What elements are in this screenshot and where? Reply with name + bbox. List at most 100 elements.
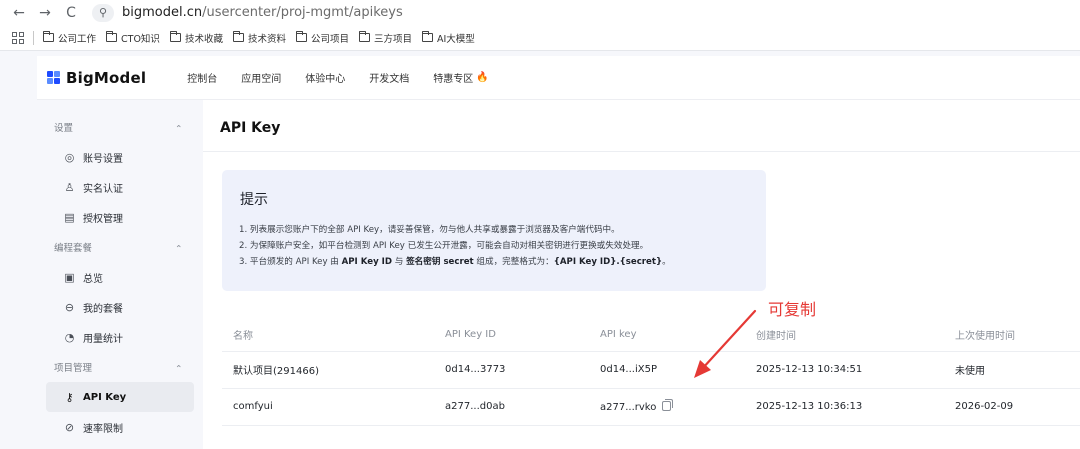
annotation-arrow-icon	[694, 309, 757, 378]
bookmark-label: AI大模型	[437, 33, 475, 45]
bookmark-item[interactable]: 技术资料	[232, 31, 286, 45]
sidebar-item-api-key[interactable]: ⚷ API Key	[46, 382, 194, 412]
sidebar-item-label: 我的套餐	[83, 303, 123, 315]
flame-icon: 🔥	[476, 72, 489, 83]
copy-icon[interactable]	[662, 398, 674, 411]
cell-last-used: 未使用	[955, 351, 1080, 389]
sidebar-group-coding-plan[interactable]: 编程套餐 ⌄	[37, 232, 203, 262]
tip-line-2: 2. 为保障账户安全，如平台检测到 API Key 已发生公开泄露，可能会自动对…	[239, 241, 649, 251]
sidebar-group-title: 项目管理	[54, 363, 93, 374]
chevron-up-icon: ⌄	[175, 242, 183, 252]
address-bar[interactable]: ⚲ bigmodel.cn /usercenter/proj-mgmt/apik…	[92, 1, 1080, 24]
table-row: 默认项目(291466) 0d14...3773 0d14...iX5P 202…	[222, 351, 1080, 389]
package-icon: ⊖	[64, 300, 75, 314]
folder-icon	[358, 31, 370, 42]
chevron-up-icon: ⌄	[175, 362, 183, 372]
app-header: BigModel 控制台 应用空间 体验中心 开发文档 特惠专区 🔥	[37, 56, 1080, 100]
sidebar-item-account-settings[interactable]: ◎ 账号设置	[46, 142, 194, 172]
sidebar-item-label: API Key	[83, 391, 127, 403]
site-info-icon[interactable]: ⚲	[92, 3, 114, 22]
apps-grid-icon[interactable]	[12, 31, 24, 44]
cell-last-used: 2026-02-09	[955, 388, 1080, 426]
sidebar-item-my-package[interactable]: ⊖ 我的套餐	[46, 292, 194, 322]
nav-special-offers[interactable]: 特惠专区 🔥	[433, 70, 488, 85]
cell-name: comfyui	[222, 388, 445, 426]
nav-experience-center[interactable]: 体验中心	[305, 70, 345, 85]
table-header-row: 名称 API Key ID API key 创建时间 上次使用时间	[222, 319, 1080, 352]
folder-icon	[169, 31, 181, 42]
column-header-created: 创建时间	[756, 319, 955, 352]
bookmark-item[interactable]: AI大模型	[422, 31, 475, 45]
bookmark-label: CTO知识	[121, 33, 160, 45]
tip-lines: 1. 列表展示您账户下的全部 API Key，请妥善保管，勿与他人共享或暴露于浏…	[239, 222, 671, 270]
nav-console[interactable]: 控制台	[187, 70, 217, 85]
chevron-up-icon: ⌄	[175, 122, 183, 132]
sidebar-item-overview[interactable]: ▣ 总览	[46, 262, 194, 292]
overview-icon: ▣	[64, 270, 75, 284]
title-divider	[203, 151, 1080, 152]
url-path: /usercenter/proj-mgmt/apikeys	[202, 5, 403, 20]
cell-key: a277...rvko	[600, 401, 657, 413]
bookmark-item[interactable]: CTO知识	[106, 31, 160, 45]
sidebar-item-usage-stats[interactable]: ◔ 用量统计	[46, 322, 194, 352]
rate-limit-icon: ⊘	[64, 420, 75, 434]
account-settings-icon: ◎	[64, 150, 75, 164]
browser-toolbar: ← → C ⚲ bigmodel.cn /usercenter/proj-mgm…	[0, 0, 1080, 25]
table-row: comfyui a277...d0ab a277...rvko 2025-12-…	[222, 388, 1080, 426]
bookmark-label: 公司项目	[310, 33, 349, 45]
nav-dev-docs[interactable]: 开发文档	[369, 70, 409, 85]
folder-icon	[295, 31, 307, 42]
column-header-name: 名称	[222, 319, 445, 352]
sidebar-group-settings[interactable]: 设置 ⌄	[37, 112, 203, 142]
copyable-annotation: 可复制	[768, 300, 817, 319]
sidebar-item-verification[interactable]: ♙ 实名认证	[46, 172, 194, 202]
bookmark-label: 技术资料	[247, 33, 286, 45]
folder-icon	[422, 31, 433, 42]
tip-line-1: 1. 列表展示您账户下的全部 API Key，请妥善保管，勿与他人共享或暴露于浏…	[239, 225, 620, 235]
tip-line-3-text: 3. 平台颁发的 API Key 由	[239, 257, 342, 267]
tip-line-3: 3. 平台颁发的 API Key 由 API Key ID 与 签名密钥 sec…	[239, 254, 671, 270]
bookmark-label: 技术收藏	[184, 33, 223, 45]
bookmarks-divider	[33, 30, 34, 45]
top-nav: 控制台 应用空间 体验中心 开发文档 特惠专区 🔥	[187, 70, 512, 85]
cell-name: 默认项目(291466)	[222, 351, 445, 389]
api-key-table: 名称 API Key ID API key 创建时间 上次使用时间 默认项目(2…	[222, 319, 1080, 426]
bookmark-item[interactable]: 公司项目	[295, 31, 349, 45]
bookmark-label: 公司工作	[58, 33, 97, 45]
forward-arrow-icon[interactable]: →	[32, 2, 58, 24]
sidebar-item-label: 实名认证	[83, 183, 123, 195]
sidebar-group-project-mgmt[interactable]: 项目管理 ⌄	[37, 352, 203, 382]
folder-icon	[232, 31, 244, 42]
sidebar-item-label: 账号设置	[83, 153, 123, 165]
sidebar-item-authorization[interactable]: ▤ 授权管理	[46, 202, 194, 232]
folder-icon	[43, 31, 54, 42]
cell-key-with-copy: a277...rvko	[600, 388, 756, 426]
bookmark-item[interactable]: 公司工作	[43, 31, 96, 45]
column-header-last-used: 上次使用时间	[955, 319, 1080, 352]
tip-title: 提示	[240, 192, 268, 208]
sidebar-item-rate-limit[interactable]: ⊘ 速率限制	[46, 412, 194, 442]
reload-icon[interactable]: C	[58, 2, 84, 24]
sidebar-item-label: 速率限制	[83, 423, 123, 435]
sidebar-item-label: 总览	[83, 273, 103, 285]
cell-created: 2025-12-13 10:36:13	[756, 388, 955, 426]
nav-app-space[interactable]: 应用空间	[241, 70, 281, 85]
usage-stats-icon: ◔	[64, 330, 75, 344]
bookmark-label: 三方项目	[373, 33, 412, 45]
page-title: API Key	[220, 120, 281, 136]
tip-line-3-bold: {API Key ID}.{secret}	[553, 257, 663, 267]
main-content: API Key 提示 1. 列表展示您账户下的全部 API Key，请妥善保管，…	[203, 100, 1080, 449]
folder-icon	[106, 31, 118, 42]
bigmodel-logo-icon	[47, 71, 60, 84]
bookmark-item[interactable]: 三方项目	[358, 31, 412, 45]
back-arrow-icon[interactable]: ←	[6, 2, 32, 24]
brand-logo[interactable]: BigModel	[47, 69, 146, 87]
bookmark-item[interactable]: 技术收藏	[169, 31, 223, 45]
cell-key-id: 0d14...3773	[445, 351, 600, 389]
sidebar-group-title: 编程套餐	[54, 243, 93, 254]
key-icon: ⚷	[65, 390, 74, 404]
person-icon: ♙	[64, 180, 75, 194]
bookmarks-bar: 公司工作 CTO知识 技术收藏 技术资料 公司项目 三方项目 AI大模型	[0, 25, 1080, 51]
tip-panel: 提示 1. 列表展示您账户下的全部 API Key，请妥善保管，勿与他人共享或暴…	[222, 170, 766, 291]
authorization-icon: ▤	[64, 210, 75, 224]
